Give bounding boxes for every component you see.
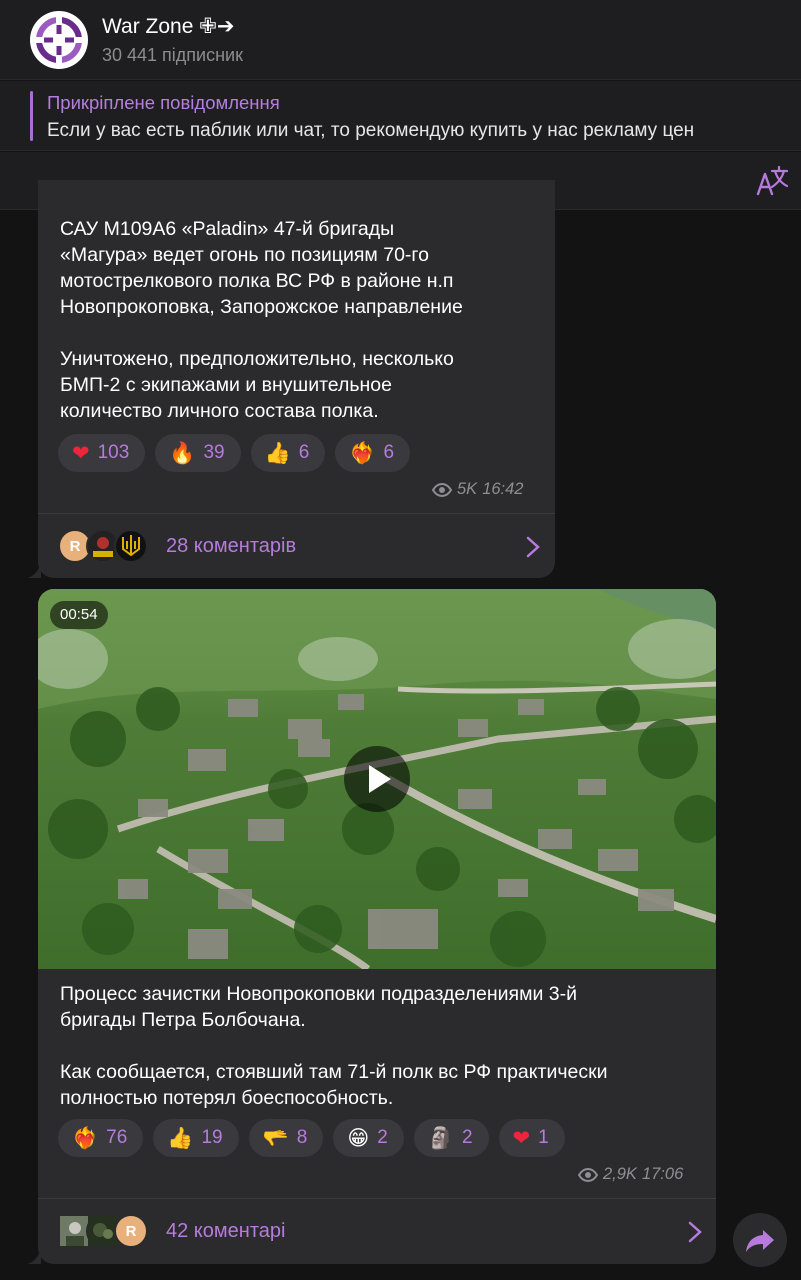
commenter-avatar xyxy=(114,529,148,563)
crosshair-logo-icon xyxy=(34,15,84,65)
reaction-count: 39 xyxy=(203,442,225,463)
message-time: 17:06 xyxy=(641,1165,684,1183)
reaction-count: 8 xyxy=(296,1127,308,1148)
share-arrow-icon xyxy=(746,1230,774,1252)
comments-link[interactable]: 28 коментарів xyxy=(166,535,296,558)
channel-title[interactable]: War Zone ✙➔ xyxy=(102,14,234,39)
channel-header[interactable]: War Zone ✙➔ 30 441 підписник xyxy=(0,0,801,80)
reaction-heart-on-fire[interactable]: ❤‍🔥 6 xyxy=(335,434,411,472)
reaction-count: 19 xyxy=(201,1127,223,1148)
chevron-right-icon[interactable] xyxy=(526,536,540,558)
trident-icon xyxy=(122,535,140,557)
divider xyxy=(38,513,555,514)
reactions-row: ❤ 103 🔥 39 👍 6 ❤‍🔥 6 xyxy=(58,434,411,472)
heart-on-fire-icon: ❤‍🔥 xyxy=(72,1126,99,1150)
thumbs-up-icon: 👍 xyxy=(167,1126,194,1150)
grin-icon: 😁 xyxy=(347,1126,370,1150)
reaction-heart-on-fire[interactable]: ❤‍🔥 76 xyxy=(58,1119,144,1157)
hand-icon: 🫳 xyxy=(262,1126,289,1150)
reaction-count: 6 xyxy=(383,442,395,463)
reaction-count: 6 xyxy=(298,442,310,463)
view-count: 2,9K xyxy=(603,1165,637,1183)
subscriber-count: 30 441 підписник xyxy=(102,45,243,65)
play-button[interactable] xyxy=(344,746,410,812)
reaction-heart[interactable]: ❤ 1 xyxy=(498,1119,565,1157)
message-bubble[interactable]: 00:54 Процесс зачистки Новопрокоповки по… xyxy=(38,589,716,1264)
chevron-right-icon[interactable] xyxy=(688,1221,702,1243)
bubble-tail xyxy=(27,562,41,578)
eye-icon xyxy=(578,1167,598,1182)
translate-icon[interactable] xyxy=(754,164,790,200)
reaction-hand[interactable]: 🫳 8 xyxy=(248,1119,324,1157)
bubble-tail xyxy=(27,1248,41,1264)
pinned-indicator xyxy=(30,91,33,141)
moai-icon: 🗿 xyxy=(427,1126,454,1150)
reaction-heart[interactable]: ❤ 103 xyxy=(58,434,146,472)
pinned-message[interactable]: Прикріплене повідомлення Если у вас есть… xyxy=(0,81,801,151)
heart-on-fire-icon: ❤‍🔥 xyxy=(349,441,376,465)
reaction-count: 103 xyxy=(97,442,130,463)
play-icon xyxy=(369,765,391,793)
video-thumbnail[interactable]: 00:54 xyxy=(38,589,716,969)
reaction-count: 2 xyxy=(461,1127,473,1148)
message-text: САУ M109A6 «Paladin» 47-й бригады «Магур… xyxy=(60,218,463,422)
pinned-title: Прикріплене повідомлення xyxy=(47,92,280,113)
pinned-text: Если у вас есть паблик или чат, то реком… xyxy=(47,120,695,141)
eye-icon xyxy=(432,482,452,497)
fire-icon: 🔥 xyxy=(169,441,196,465)
reaction-count: 2 xyxy=(377,1127,388,1148)
share-button[interactable] xyxy=(733,1213,787,1267)
reactions-row: ❤‍🔥 76 👍 19 🫳 8 😁 2 🗿 2 ❤ 1 xyxy=(58,1119,565,1157)
message-time: 16:42 xyxy=(482,480,524,498)
commenter-avatar: R xyxy=(114,1214,148,1248)
message-text: Процесс зачистки Новопрокоповки подразде… xyxy=(60,983,608,1109)
reaction-thumbs-up[interactable]: 👍 19 xyxy=(153,1119,239,1157)
reaction-moai[interactable]: 🗿 2 xyxy=(413,1119,489,1157)
reaction-grin[interactable]: 😁 2 xyxy=(333,1119,404,1157)
message-meta: 2,9K 17:06 xyxy=(578,1165,683,1184)
video-duration: 00:54 xyxy=(50,601,108,629)
thumbs-up-icon: 👍 xyxy=(264,441,291,465)
comments-link[interactable]: 42 коментарі xyxy=(166,1220,285,1243)
divider xyxy=(38,1198,716,1199)
reaction-fire[interactable]: 🔥 39 xyxy=(155,434,241,472)
reaction-count: 76 xyxy=(106,1127,128,1148)
heart-icon: ❤ xyxy=(72,441,90,465)
reaction-thumbs-up[interactable]: 👍 6 xyxy=(250,434,326,472)
reaction-count: 1 xyxy=(538,1127,549,1148)
heart-icon: ❤ xyxy=(512,1126,531,1150)
message-meta: 5K 16:42 xyxy=(432,480,523,499)
message-bubble[interactable]: САУ M109A6 «Paladin» 47-й бригады «Магур… xyxy=(38,180,555,578)
view-count: 5K xyxy=(457,480,478,498)
channel-avatar[interactable] xyxy=(30,11,88,69)
